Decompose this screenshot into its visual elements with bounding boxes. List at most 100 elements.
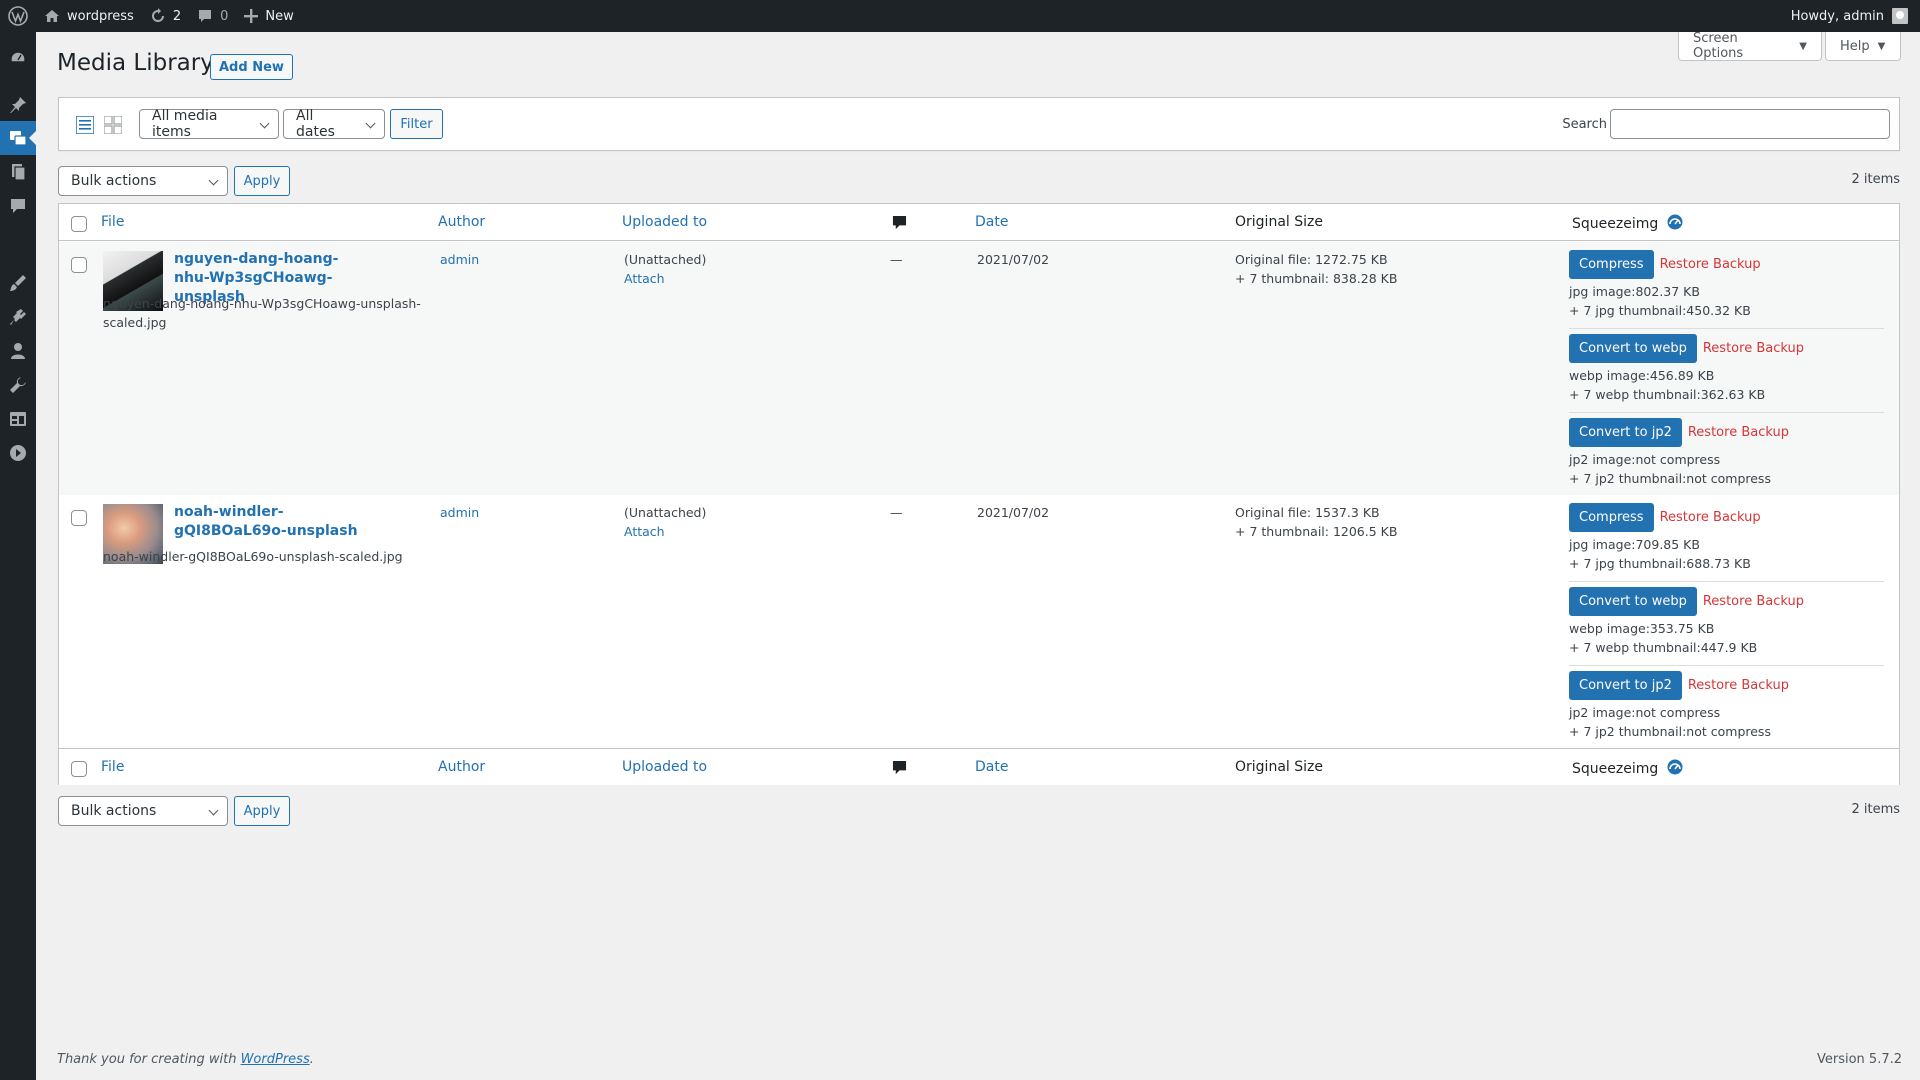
wordpress-link[interactable]: WordPress	[241, 1052, 310, 1067]
attach-link[interactable]: Attach	[624, 522, 665, 541]
divider	[1569, 581, 1884, 582]
posts-pin-icon[interactable]	[0, 88, 36, 122]
filter-button[interactable]: Filter	[390, 109, 443, 139]
wordpress-logo-icon[interactable]	[0, 0, 36, 32]
avatar	[1892, 8, 1908, 24]
media-toolbar: All media items All dates Filter Search	[58, 97, 1900, 151]
restore-backup-link[interactable]: Restore Backup	[1688, 425, 1789, 440]
add-new-button[interactable]: Add New	[210, 54, 293, 80]
convert-jp2-button[interactable]: Convert to jp2	[1569, 671, 1682, 700]
column-comments[interactable]	[892, 215, 907, 234]
jp2-image-size: jp2 image:not compress	[1569, 452, 1721, 467]
comments-menu-icon[interactable]	[0, 189, 36, 223]
items-count-top: 2 items	[1851, 172, 1900, 187]
jp2-image-size: jp2 image:not compress	[1569, 705, 1721, 720]
author-link[interactable]: admin	[440, 503, 479, 522]
compress-button[interactable]: Compress	[1569, 503, 1654, 532]
apply-button-top[interactable]: Apply	[234, 166, 290, 196]
pages-icon[interactable]	[0, 155, 36, 189]
attach-link[interactable]: Attach	[624, 269, 665, 288]
caret-down-icon: ▼	[1799, 40, 1807, 52]
convert-webp-button[interactable]: Convert to webp	[1569, 334, 1697, 363]
new-content-link[interactable]: New	[236, 0, 301, 32]
webp-thumbnail-size: + 7 webp thumbnail:447.9 KB	[1569, 640, 1758, 655]
column-uploaded-to[interactable]: Uploaded to	[622, 759, 707, 775]
column-author[interactable]: Author	[438, 214, 485, 230]
admin-sidebar	[0, 32, 36, 1080]
comments-link[interactable]: 0	[189, 0, 236, 32]
settings-icon[interactable]	[0, 402, 36, 436]
apply-button-bottom[interactable]: Apply	[234, 796, 290, 826]
tools-wrench-icon[interactable]	[0, 368, 36, 402]
collapse-menu-icon[interactable]	[0, 436, 36, 470]
column-date[interactable]: Date	[975, 759, 1008, 775]
items-count-bottom: 2 items	[1851, 802, 1900, 817]
restore-backup-link[interactable]: Restore Backup	[1660, 510, 1761, 525]
column-file[interactable]: File	[101, 759, 124, 775]
author-link[interactable]: admin	[440, 250, 479, 269]
refresh-icon	[151, 8, 164, 22]
compress-button[interactable]: Compress	[1569, 250, 1654, 279]
jpg-thumbnail-size: + 7 jpg thumbnail:450.32 KB	[1569, 303, 1751, 318]
plugins-icon[interactable]	[0, 300, 36, 334]
column-squeezeimg: Squeezeimg	[1572, 759, 1683, 777]
file-title-link[interactable]: noah-windler-gQI8BOaL69o-unsplash	[174, 503, 359, 541]
column-squeezeimg: Squeezeimg	[1572, 214, 1683, 232]
squeeze-webp-block: Convert to webp Restore Backup webp image…	[1569, 587, 1884, 657]
squeeze-jp2-block: Convert to jp2 Restore Backup jp2 image:n…	[1569, 671, 1884, 741]
howdy-text: Howdy, admin	[1790, 8, 1884, 24]
updates-link[interactable]: 2	[142, 0, 189, 32]
webp-thumbnail-size: + 7 webp thumbnail:362.63 KB	[1569, 387, 1766, 402]
account-menu[interactable]: Howdy, admin	[1783, 0, 1916, 32]
convert-jp2-button[interactable]: Convert to jp2	[1569, 418, 1682, 447]
jpg-image-size: jpg image:802.37 KB	[1569, 284, 1700, 299]
column-original-size: Original Size	[1235, 759, 1323, 775]
dashboard-icon[interactable]	[0, 41, 36, 75]
home-icon	[45, 10, 59, 22]
date-select[interactable]: All dates	[283, 108, 385, 140]
media-icon[interactable]	[0, 121, 36, 155]
column-author[interactable]: Author	[438, 759, 485, 775]
restore-backup-link[interactable]: Restore Backup	[1660, 257, 1761, 272]
select-all-checkbox-bottom[interactable]	[71, 761, 87, 777]
admin-bar: wordpress 2 0 New Howdy, admin	[0, 0, 1920, 32]
list-view-icon[interactable]	[75, 115, 95, 135]
updates-count: 2	[172, 8, 182, 24]
convert-webp-button[interactable]: Convert to webp	[1569, 587, 1697, 616]
footer-version: Version 5.7.2	[1816, 1052, 1902, 1067]
comment-bubble-icon	[892, 760, 907, 775]
caret-down-icon: ▼	[1877, 40, 1886, 52]
screen-options-button[interactable]: Screen Options ▼	[1678, 31, 1822, 61]
uploaded-status: (Unattached)	[624, 505, 707, 520]
column-original-size: Original Size	[1235, 214, 1323, 230]
squeezeimg-label: Squeezeimg	[1572, 761, 1659, 777]
jpg-image-size: jpg image:709.85 KB	[1569, 537, 1700, 552]
restore-backup-link[interactable]: Restore Backup	[1688, 678, 1789, 693]
bulk-actions-select-bottom[interactable]: Bulk actions	[58, 796, 228, 826]
search-input[interactable]	[1610, 109, 1890, 139]
row-checkbox[interactable]	[71, 257, 87, 273]
webp-image-size: webp image:353.75 KB	[1569, 621, 1715, 636]
divider	[1569, 665, 1884, 666]
column-comments[interactable]	[892, 760, 907, 779]
grid-view-icon[interactable]	[103, 115, 123, 135]
appearance-brush-icon[interactable]	[0, 266, 36, 300]
footer-thanks-suffix: .	[309, 1052, 314, 1067]
date-value: All dates	[296, 108, 335, 140]
original-file-size: Original file: 1537.3 KB	[1235, 505, 1380, 520]
column-uploaded-to[interactable]: Uploaded to	[622, 214, 707, 230]
media-type-select[interactable]: All media items	[139, 108, 279, 140]
site-name-link[interactable]: wordpress	[36, 0, 142, 32]
row-checkbox[interactable]	[71, 510, 87, 526]
restore-backup-link[interactable]: Restore Backup	[1703, 594, 1804, 609]
users-icon[interactable]	[0, 334, 36, 368]
comment-bubble-icon	[892, 215, 907, 230]
restore-backup-link[interactable]: Restore Backup	[1703, 341, 1804, 356]
table-header: File Author Uploaded to Date Original Si…	[59, 204, 1899, 241]
bulk-actions-select-top[interactable]: Bulk actions	[58, 166, 228, 196]
select-all-checkbox[interactable]	[71, 216, 87, 232]
column-date[interactable]: Date	[975, 214, 1008, 230]
page-title: Media Library	[57, 50, 214, 76]
help-button[interactable]: Help ▼	[1825, 32, 1901, 61]
column-file[interactable]: File	[101, 214, 124, 230]
